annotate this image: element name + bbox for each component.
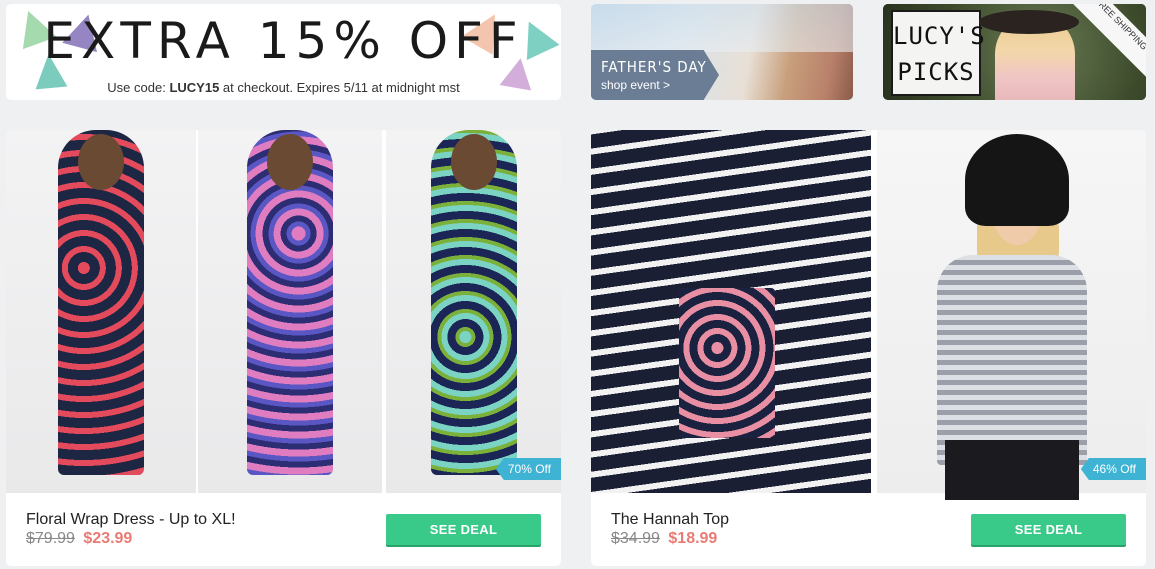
original-price: $79.99 [26,530,75,547]
see-deal-button[interactable]: SEE DEAL [971,514,1126,545]
lucys-picks-line2: PICKS [897,58,975,86]
fathers-day-title: FATHER'S DAY [601,58,707,76]
model-hat [979,10,1079,34]
promo-headline: EXTRA 15% OFF [43,12,524,70]
promo-subtext: Use code: LUCY15 at checkout. Expires 5/… [6,80,561,95]
fathers-day-sky [591,4,853,52]
model-head [450,134,497,190]
promo-code: LUCY15 [169,80,220,95]
product-image[interactable] [877,130,1146,500]
product-title[interactable]: The Hannah Top [611,511,729,529]
price-line: $79.99 $23.99 [26,530,132,548]
product-image[interactable] [198,130,382,493]
deal-card[interactable]: 46% Off The Hannah Top $34.99 $18.99 SEE… [591,130,1146,566]
jeans [945,440,1079,500]
promo-sub-prefix: Use code: [107,80,170,95]
model-hat [965,134,1069,226]
lucys-picks-line1: LUCY'S [893,22,986,50]
sale-price: $23.99 [83,530,133,547]
fathers-day-banner[interactable]: FATHER'S DAY shop event > [591,4,853,100]
model-head [78,134,124,190]
shop-event-link[interactable]: shop event > [601,78,719,92]
lucys-picks-banner[interactable]: LUCY'S PICKS FREE SHIPPING [883,4,1146,100]
discount-badge: 70% Off [495,458,561,480]
discount-badge: 46% Off [1080,458,1146,480]
promo-sub-suffix: at checkout. Expires 5/11 at midnight ms… [219,80,460,95]
sale-price: $18.99 [668,530,718,547]
product-title[interactable]: Floral Wrap Dress - Up to XL! [26,511,236,529]
floral-pocket [679,288,775,438]
fathers-day-tag: FATHER'S DAY shop event > [591,50,719,100]
lucys-picks-logo: LUCY'S PICKS [891,10,986,96]
product-image[interactable] [6,130,196,493]
deal-card[interactable]: 70% Off Floral Wrap Dress - Up to XL! $7… [6,130,561,566]
product-image[interactable] [386,130,561,493]
product-image[interactable] [591,130,871,493]
model-head [267,134,313,190]
price-line: $34.99 $18.99 [611,530,717,548]
promo-banner[interactable]: EXTRA 15% OFF Use code: LUCY15 at checko… [6,4,561,100]
striped-tee [937,255,1087,465]
see-deal-button[interactable]: SEE DEAL [386,514,541,545]
original-price: $34.99 [611,530,660,547]
